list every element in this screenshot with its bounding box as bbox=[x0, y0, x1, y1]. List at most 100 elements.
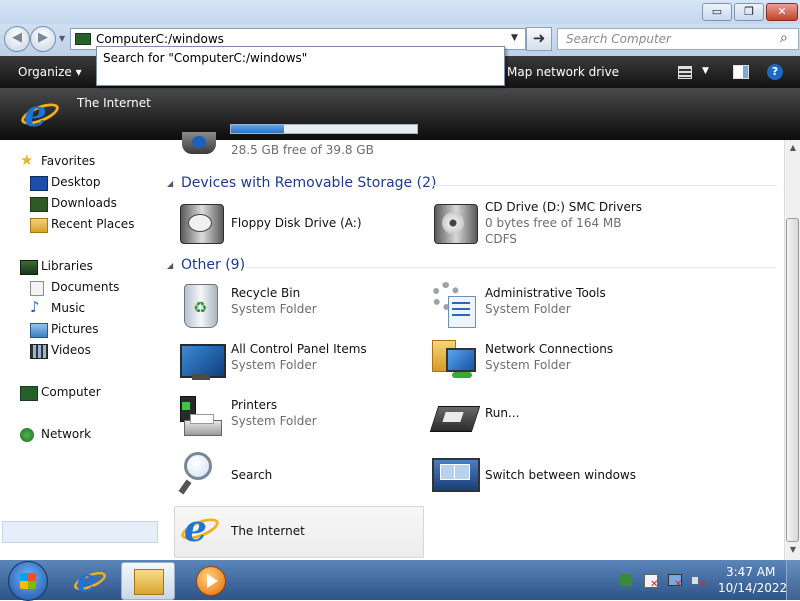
floppy-drive-item[interactable]: Floppy Disk Drive (A:) bbox=[178, 200, 418, 250]
item-name: Switch between windows bbox=[485, 468, 636, 482]
back-button[interactable]: ◀ bbox=[4, 26, 30, 52]
back-arrow-icon: ◀ bbox=[12, 30, 22, 45]
view-options-dropdown-icon[interactable]: ▼ bbox=[702, 66, 709, 76]
search-box[interactable]: Search Computer ⌕ bbox=[557, 28, 799, 50]
network-icon bbox=[20, 428, 34, 442]
media-player-icon bbox=[196, 566, 226, 596]
sidebar-item-label: Network bbox=[41, 427, 92, 441]
help-icon[interactable]: ? bbox=[767, 64, 783, 80]
network-connections-icon bbox=[432, 338, 478, 384]
collapse-icon[interactable]: ◢ bbox=[167, 261, 173, 270]
collapse-icon[interactable]: ◢ bbox=[167, 179, 173, 188]
item-name: The Internet bbox=[231, 524, 305, 538]
internet-explorer-icon: e bbox=[178, 509, 222, 549]
all-control-panel-items-item[interactable]: All Control Panel Items System Folder bbox=[178, 338, 418, 388]
search-item[interactable]: Search bbox=[178, 450, 418, 500]
cd-drive-icon bbox=[432, 200, 478, 246]
start-button[interactable] bbox=[8, 561, 48, 601]
run-item[interactable]: Run... bbox=[429, 394, 672, 444]
item-name: Printers bbox=[231, 398, 278, 412]
item-name: Run... bbox=[485, 406, 520, 420]
vertical-scrollbar[interactable]: ▲ ▼ bbox=[784, 140, 800, 560]
disk-usage-bar bbox=[230, 124, 418, 134]
disk-free-space: 28.5 GB free of 39.8 GB bbox=[231, 143, 374, 157]
internet-explorer-icon: e bbox=[71, 564, 109, 598]
scroll-thumb[interactable] bbox=[786, 218, 799, 542]
address-suggestion-item[interactable]: Search for "ComputerC:/windows" bbox=[103, 51, 307, 65]
item-type: System Folder bbox=[231, 358, 317, 372]
map-network-drive-button[interactable]: Map network drive bbox=[507, 65, 619, 79]
go-button[interactable]: ➜ bbox=[526, 27, 552, 51]
item-name: Search bbox=[231, 468, 273, 482]
documents-icon bbox=[30, 281, 44, 296]
printer-icon bbox=[178, 394, 224, 440]
item-name: Recycle Bin bbox=[231, 286, 301, 300]
network-connections-item[interactable]: Network Connections System Folder bbox=[432, 338, 672, 388]
taskbar-media-player[interactable] bbox=[186, 562, 238, 598]
item-name: All Control Panel Items bbox=[231, 342, 367, 356]
network-error-icon[interactable]: ✕ bbox=[644, 574, 658, 590]
switch-between-windows-item[interactable]: Switch between windows bbox=[432, 450, 672, 500]
navigation-pane: ★ Favorites Desktop Downloads Recent Pla… bbox=[0, 140, 160, 560]
administrative-tools-item[interactable]: Administrative Tools System Folder bbox=[432, 282, 672, 332]
sidebar-item-label: Downloads bbox=[51, 196, 117, 210]
cd-drive-item[interactable]: CD Drive (D:) SMC Drivers 0 bytes free o… bbox=[432, 200, 672, 250]
taskbar-windows-explorer[interactable] bbox=[121, 562, 175, 600]
the-internet-item[interactable]: e The Internet bbox=[178, 506, 418, 556]
taskbar-internet-explorer[interactable]: e bbox=[62, 562, 114, 598]
selection-highlight bbox=[2, 521, 158, 543]
forward-button[interactable]: ▶ bbox=[30, 26, 56, 52]
recycle-bin-item[interactable]: ♻ Recycle Bin System Folder bbox=[178, 282, 418, 332]
downloads-icon bbox=[30, 197, 48, 212]
scroll-down-icon[interactable]: ▼ bbox=[785, 542, 800, 558]
sidebar-item-label: Favorites bbox=[41, 154, 96, 168]
minimize-button[interactable]: ▭ bbox=[702, 3, 732, 21]
action-center-icon[interactable] bbox=[620, 574, 634, 588]
change-view-icon[interactable] bbox=[678, 66, 692, 79]
administrative-tools-icon bbox=[432, 282, 478, 328]
pictures-icon bbox=[30, 323, 48, 338]
maximize-button[interactable]: ❐ bbox=[734, 3, 764, 21]
group-header-other[interactable]: Other (9) bbox=[181, 257, 245, 273]
volume-muted-icon[interactable]: ✕ bbox=[692, 574, 706, 590]
close-button[interactable]: ✕ bbox=[766, 3, 798, 21]
printers-item[interactable]: Printers System Folder bbox=[178, 394, 418, 444]
recent-pages-dropdown-icon[interactable]: ▼ bbox=[59, 34, 65, 43]
group-header-removable-storage[interactable]: Devices with Removable Storage (2) bbox=[181, 175, 436, 191]
close-icon: ✕ bbox=[777, 5, 787, 18]
computer-icon bbox=[20, 386, 38, 401]
sidebar-item-label: Computer bbox=[41, 385, 101, 399]
title-bar: ▭ ❐ ✕ bbox=[0, 0, 800, 24]
monitor-error-icon[interactable]: ✕ bbox=[668, 574, 682, 590]
item-name: Network Connections bbox=[485, 342, 614, 356]
file-list: 28.5 GB free of 39.8 GB Devices with Rem… bbox=[160, 124, 784, 560]
preview-pane-icon[interactable] bbox=[733, 65, 749, 79]
sidebar-item-label: Videos bbox=[51, 343, 91, 357]
clock-date[interactable]: 10/14/2022 bbox=[718, 581, 787, 595]
show-desktop-button[interactable] bbox=[786, 560, 800, 600]
item-name: CD Drive (D:) SMC Drivers bbox=[485, 200, 643, 214]
clock-time[interactable]: 3:47 AM bbox=[726, 565, 775, 579]
recent-places-icon bbox=[30, 218, 48, 233]
magnifier-icon bbox=[178, 450, 224, 496]
run-icon bbox=[429, 394, 481, 440]
banner-title: The Internet bbox=[77, 96, 151, 110]
address-dropdown-icon[interactable]: ▼ bbox=[511, 33, 518, 43]
item-name: Floppy Disk Drive (A:) bbox=[231, 216, 362, 230]
windows-logo-icon bbox=[20, 573, 36, 589]
item-type: System Folder bbox=[485, 302, 571, 316]
address-input[interactable]: ComputerC:/windows bbox=[96, 32, 224, 46]
switch-windows-icon bbox=[432, 450, 480, 496]
local-disk-item[interactable]: 28.5 GB free of 39.8 GB bbox=[178, 124, 418, 174]
search-icon[interactable]: ⌕ bbox=[780, 30, 788, 46]
taskbar: e ✕ ✕ ✕ 3:47 AM 10/14/2022 bbox=[0, 560, 800, 601]
internet-explorer-icon: e bbox=[18, 94, 62, 134]
star-icon: ★ bbox=[20, 151, 34, 169]
search-input[interactable]: Search Computer bbox=[566, 32, 671, 46]
organize-button[interactable]: Organize ▾ bbox=[18, 65, 82, 79]
sidebar-item-label: Libraries bbox=[41, 259, 93, 273]
recycle-bin-icon: ♻ bbox=[178, 282, 224, 328]
music-icon: ♪ bbox=[30, 298, 40, 316]
scroll-up-icon[interactable]: ▲ bbox=[785, 140, 800, 156]
item-type: System Folder bbox=[231, 414, 317, 428]
